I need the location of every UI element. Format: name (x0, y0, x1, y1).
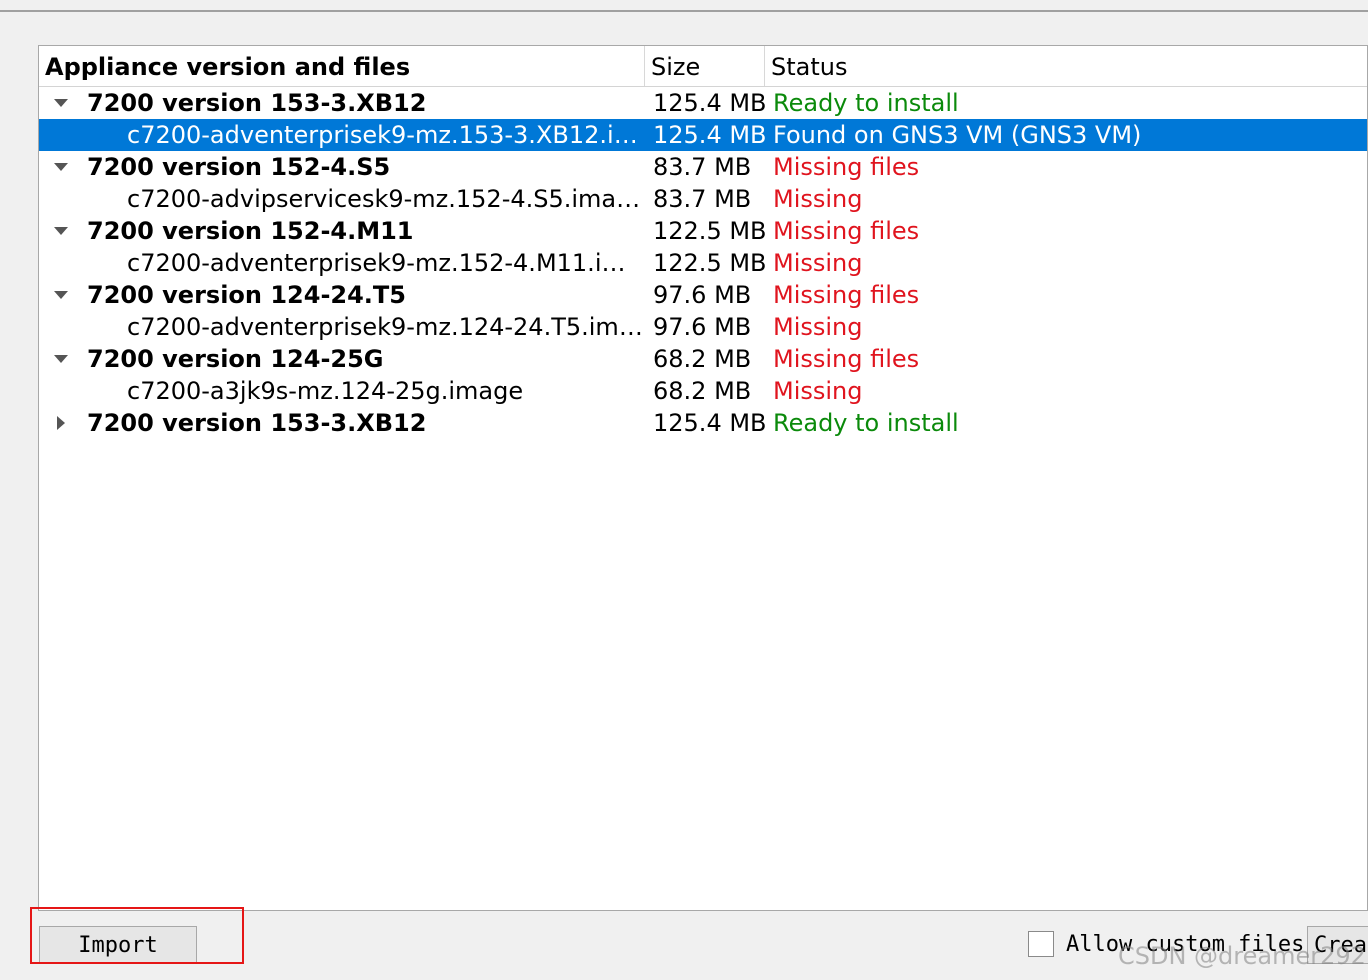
chevron-down-icon[interactable] (51, 343, 71, 375)
top-separator (0, 10, 1368, 12)
status-text: Missing (773, 185, 863, 213)
tree-row-file[interactable]: c7200-a3jk9s-mz.124-25g.image 68.2 MB Mi… (39, 375, 1367, 407)
file-name: c7200-adventerprisek9-mz.124-24.T5.image (127, 313, 643, 341)
chevron-down-icon[interactable] (51, 87, 71, 119)
header-status[interactable]: Status (765, 46, 1368, 86)
status-text: Missing files (773, 281, 920, 309)
tree-row-version[interactable]: 7200 version 152-4.S5 83.7 MB Missing fi… (39, 151, 1367, 183)
allow-custom-files-checkbox[interactable] (1028, 931, 1054, 957)
appliance-files-tree[interactable]: Appliance version and files Size Status … (38, 45, 1368, 911)
file-name: c7200-advipservicesk9-mz.152-4.S5.image (127, 185, 643, 213)
size-value: 83.7 MB (653, 185, 752, 213)
tree-row-file[interactable]: c7200-adventerprisek9-mz.152-4.M11.image… (39, 247, 1367, 279)
status-text: Missing (773, 313, 863, 341)
size-value: 122.5 MB (653, 217, 767, 245)
size-value: 97.6 MB (653, 281, 752, 309)
size-value: 68.2 MB (653, 377, 752, 405)
tree-row-version[interactable]: 7200 version 152-4.M11 122.5 MB Missing … (39, 215, 1367, 247)
file-name: c7200-adventerprisek9-mz.152-4.M11.image (127, 249, 643, 277)
status-text: Ready to install (773, 89, 959, 117)
file-name: c7200-adventerprisek9-mz.153-3.XB12.ima.… (127, 121, 643, 149)
file-name: c7200-a3jk9s-mz.124-25g.image (127, 377, 524, 405)
header-appliance-version[interactable]: Appliance version and files (39, 46, 645, 86)
version-name: 7200 version 124-24.T5 (87, 281, 406, 309)
tree-row-version[interactable]: 7200 version 153-3.XB12 125.4 MB Ready t… (39, 407, 1367, 439)
watermark-text: CSDN @dreamer292 (1118, 942, 1366, 970)
version-name: 7200 version 152-4.M11 (87, 217, 414, 245)
chevron-down-icon[interactable] (51, 151, 71, 183)
version-name: 7200 version 153-3.XB12 (87, 89, 427, 117)
tree-row-version[interactable]: 7200 version 124-24.T5 97.6 MB Missing f… (39, 279, 1367, 311)
tree-rows: 7200 version 153-3.XB12 125.4 MB Ready t… (39, 87, 1367, 439)
status-text: Missing (773, 249, 863, 277)
size-value: 125.4 MB (653, 89, 767, 117)
tree-row-file[interactable]: c7200-adventerprisek9-mz.124-24.T5.image… (39, 311, 1367, 343)
tree-row-version[interactable]: 7200 version 124-25G 68.2 MB Missing fil… (39, 343, 1367, 375)
chevron-down-icon[interactable] (51, 215, 71, 247)
size-value: 125.4 MB (653, 121, 767, 149)
status-text: Missing files (773, 217, 920, 245)
status-text: Missing (773, 377, 863, 405)
version-name: 7200 version 124-25G (87, 345, 384, 373)
version-name: 7200 version 153-3.XB12 (87, 409, 427, 437)
import-button[interactable]: Import (39, 926, 197, 964)
size-value: 68.2 MB (653, 345, 752, 373)
chevron-down-icon[interactable] (51, 279, 71, 311)
size-value: 125.4 MB (653, 409, 767, 437)
version-name: 7200 version 152-4.S5 (87, 153, 391, 181)
header-size[interactable]: Size (645, 46, 765, 86)
tree-row-version[interactable]: 7200 version 153-3.XB12 125.4 MB Ready t… (39, 87, 1367, 119)
chevron-right-icon[interactable] (51, 407, 71, 439)
status-text: Missing files (773, 345, 920, 373)
size-value: 97.6 MB (653, 313, 752, 341)
tree-row-file[interactable]: c7200-advipservicesk9-mz.152-4.S5.image … (39, 183, 1367, 215)
tree-row-file[interactable]: c7200-adventerprisek9-mz.153-3.XB12.ima.… (39, 119, 1367, 151)
status-text: Found on GNS3 VM (GNS3 VM) (773, 121, 1142, 149)
status-text: Missing files (773, 153, 920, 181)
size-value: 122.5 MB (653, 249, 767, 277)
tree-header: Appliance version and files Size Status (39, 46, 1367, 87)
status-text: Ready to install (773, 409, 959, 437)
size-value: 83.7 MB (653, 153, 752, 181)
